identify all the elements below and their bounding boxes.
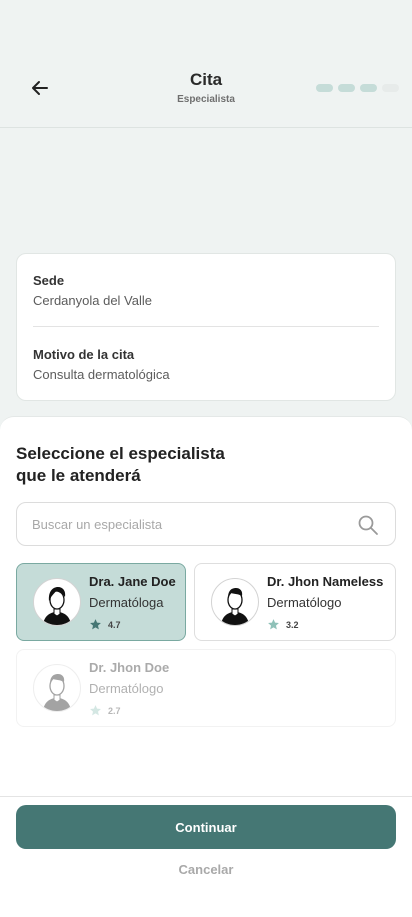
avatar [33, 578, 81, 626]
doctor-avatar-male-icon [43, 674, 71, 711]
star-icon [90, 619, 101, 630]
selector-title-line1: Seleccione el especialista [16, 444, 225, 463]
doctor-avatar-male-icon [221, 588, 249, 625]
site-value: Cerdanyola del Valle [33, 293, 152, 308]
page-subtitle: Especialista [177, 94, 235, 105]
reason-value: Consulta dermatológica [33, 367, 170, 382]
specialist-specialty: Dermatóloga [89, 595, 164, 610]
specialist-card-jhon-doe: Dr. Jhon Doe Dermatólogo 2.7 [16, 649, 396, 727]
star-icon [268, 619, 279, 630]
search-icon[interactable] [357, 514, 379, 536]
footer-divider [0, 796, 412, 797]
specialist-name: Dr. Jhon Nameless [267, 574, 384, 589]
specialist-rating: 2.7 [89, 704, 121, 717]
specialist-rating: 3.2 [267, 618, 299, 631]
specialist-card-jane-doe[interactable]: Dra. Jane Doe Dermatóloga 4.7 [16, 563, 186, 641]
step-indicator [316, 84, 333, 92]
selector-title: Seleccione el especialista que le atende… [16, 443, 316, 487]
specialist-search-input[interactable] [32, 503, 332, 545]
specialist-name: Dra. Jane Doe [89, 574, 176, 589]
rating-value: 4.7 [108, 619, 121, 630]
rating-value: 3.2 [286, 619, 299, 630]
summary-divider [33, 326, 379, 327]
continue-button[interactable]: Continuar [16, 805, 396, 849]
specialist-card-jhon-nameless[interactable]: Dr. Jhon Nameless Dermatólogo 3.2 [194, 563, 396, 641]
avatar [33, 664, 81, 712]
specialist-specialty: Dermatólogo [89, 681, 164, 696]
step-indicator [382, 84, 399, 92]
specialist-name: Dr. Jhon Doe [89, 660, 170, 675]
cancel-button[interactable]: Cancelar [0, 862, 412, 877]
site-label: Sede [33, 273, 65, 288]
specialist-rating: 4.7 [89, 618, 121, 631]
appointment-summary-card: Sede Cerdanyola del Valle Motivo de la c… [16, 253, 396, 401]
step-indicator [360, 84, 377, 92]
step-progress [316, 84, 399, 92]
reason-label: Motivo de la cita [33, 347, 135, 362]
search-box [16, 502, 396, 546]
rating-value: 2.7 [108, 705, 121, 716]
specialist-specialty: Dermatólogo [267, 595, 342, 610]
doctor-avatar-female-icon [43, 587, 71, 625]
avatar [211, 578, 259, 626]
step-indicator [338, 84, 355, 92]
star-icon [90, 705, 101, 716]
app-header: Cita Especialista [0, 0, 412, 128]
selector-title-line2: que le atenderá [16, 466, 141, 485]
